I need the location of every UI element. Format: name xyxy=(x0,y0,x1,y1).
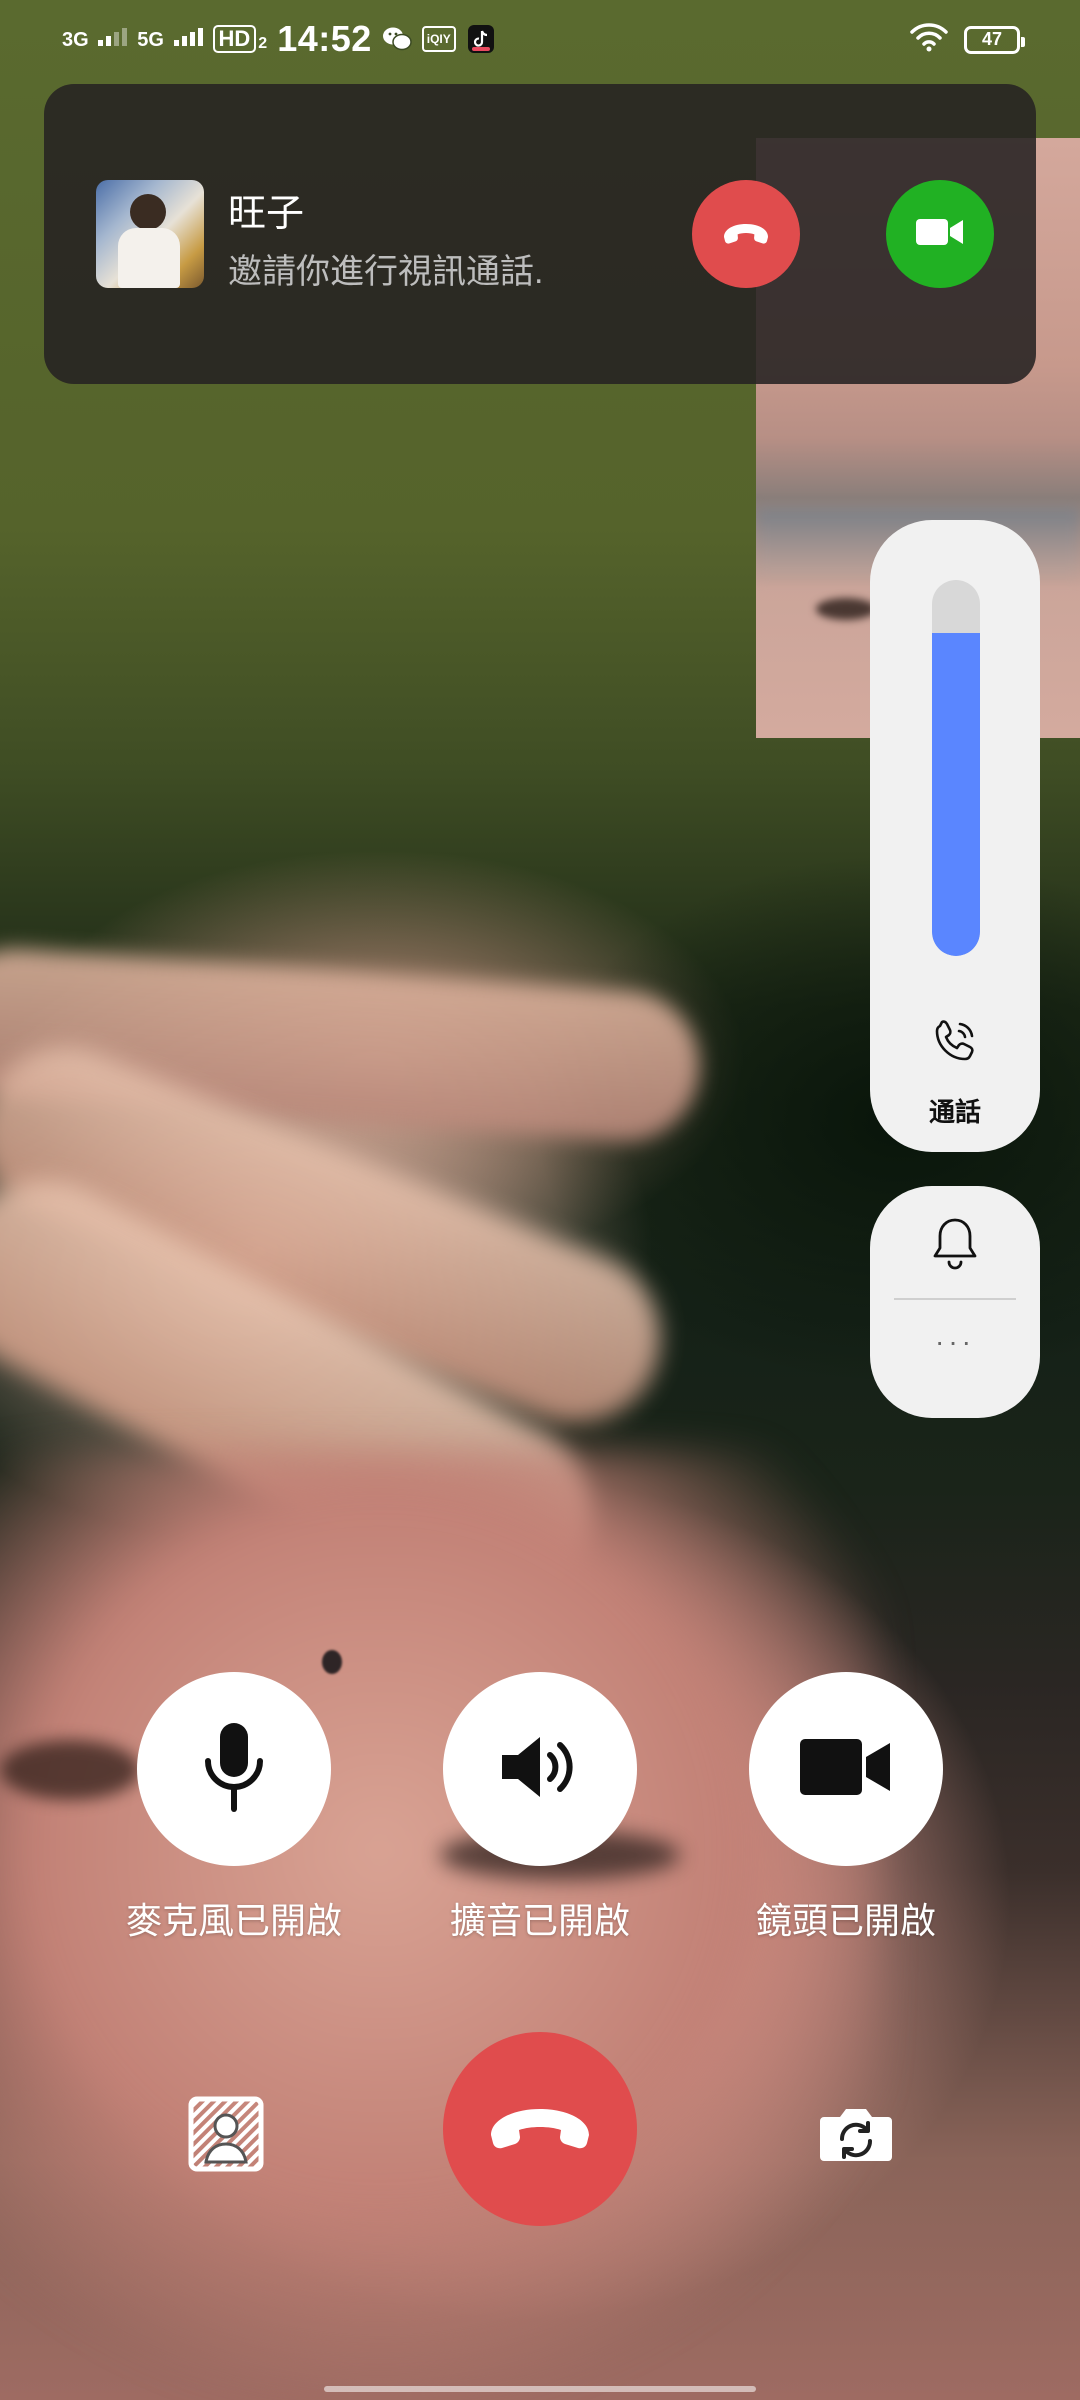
signal-strength-icon xyxy=(98,28,128,46)
status-bar: 3G 5G HD 2 14:52 iQIY 47 xyxy=(0,0,1080,80)
network-3g-label: 3G xyxy=(62,29,89,51)
network-3g-indicator: 3G xyxy=(62,28,128,51)
volume-slider-fill xyxy=(932,632,980,956)
network-5g-label: 5G xyxy=(137,29,164,51)
clock: 14:52 xyxy=(277,18,372,59)
video-content xyxy=(816,598,876,620)
hd-voice-indicator: HD 2 xyxy=(212,25,268,53)
incoming-call-banner[interactable]: 旺子 邀請你進行視訊通話. xyxy=(44,84,1036,384)
home-indicator[interactable] xyxy=(324,2386,756,2392)
speaker-toggle-button[interactable] xyxy=(443,1672,637,1866)
volume-panel[interactable]: 通話 xyxy=(870,520,1040,1152)
end-call-button[interactable] xyxy=(443,2032,637,2226)
divider xyxy=(894,1298,1016,1300)
network-5g-indicator: 5G xyxy=(137,28,203,51)
wifi-icon xyxy=(910,22,948,57)
hd-label: HD xyxy=(212,25,257,53)
speaker-status-label: 擴音已開啟 xyxy=(449,1900,630,1941)
hang-up-icon xyxy=(720,217,772,252)
portrait-background-icon xyxy=(188,2096,264,2177)
microphone-toggle-button[interactable] xyxy=(137,1672,331,1866)
bell-icon[interactable] xyxy=(931,1216,979,1272)
wechat-icon xyxy=(382,24,412,54)
background-blur-button[interactable] xyxy=(178,2088,274,2184)
accept-video-call-button[interactable] xyxy=(886,180,994,288)
video-camera-icon xyxy=(796,1735,896,1804)
call-invitation-text: 邀請你進行視訊通話. xyxy=(228,253,544,291)
more-options-button[interactable]: ··· xyxy=(870,1326,1040,1358)
camera-status-label: 鏡頭已開啟 xyxy=(755,1900,936,1941)
call-volume-icon[interactable] xyxy=(930,1016,980,1066)
video-camera-icon xyxy=(914,215,966,254)
sound-mode-panel[interactable]: ··· xyxy=(870,1186,1040,1418)
battery-indicator: 47 xyxy=(964,25,1025,54)
speaker-icon xyxy=(496,1731,584,1808)
switch-camera-button[interactable] xyxy=(808,2088,904,2184)
camera-flip-icon xyxy=(818,2103,894,2170)
hd-sub-label: 2 xyxy=(258,35,268,52)
microphone-icon xyxy=(198,1719,270,1820)
tiktok-icon xyxy=(466,24,496,54)
hang-up-icon xyxy=(485,2099,595,2160)
caller-avatar xyxy=(96,180,204,288)
signal-strength-icon xyxy=(173,28,203,46)
caller-name: 旺子 xyxy=(228,193,305,235)
camera-toggle-button[interactable] xyxy=(749,1672,943,1866)
iqiyi-icon: iQIY xyxy=(421,26,456,52)
video-content xyxy=(0,1740,140,1800)
decline-call-button[interactable] xyxy=(692,180,800,288)
call-volume-label: 通話 xyxy=(928,1097,981,1127)
video-content xyxy=(322,1650,342,1674)
microphone-status-label: 麥克風已開啟 xyxy=(125,1900,342,1941)
volume-slider[interactable] xyxy=(932,580,980,956)
